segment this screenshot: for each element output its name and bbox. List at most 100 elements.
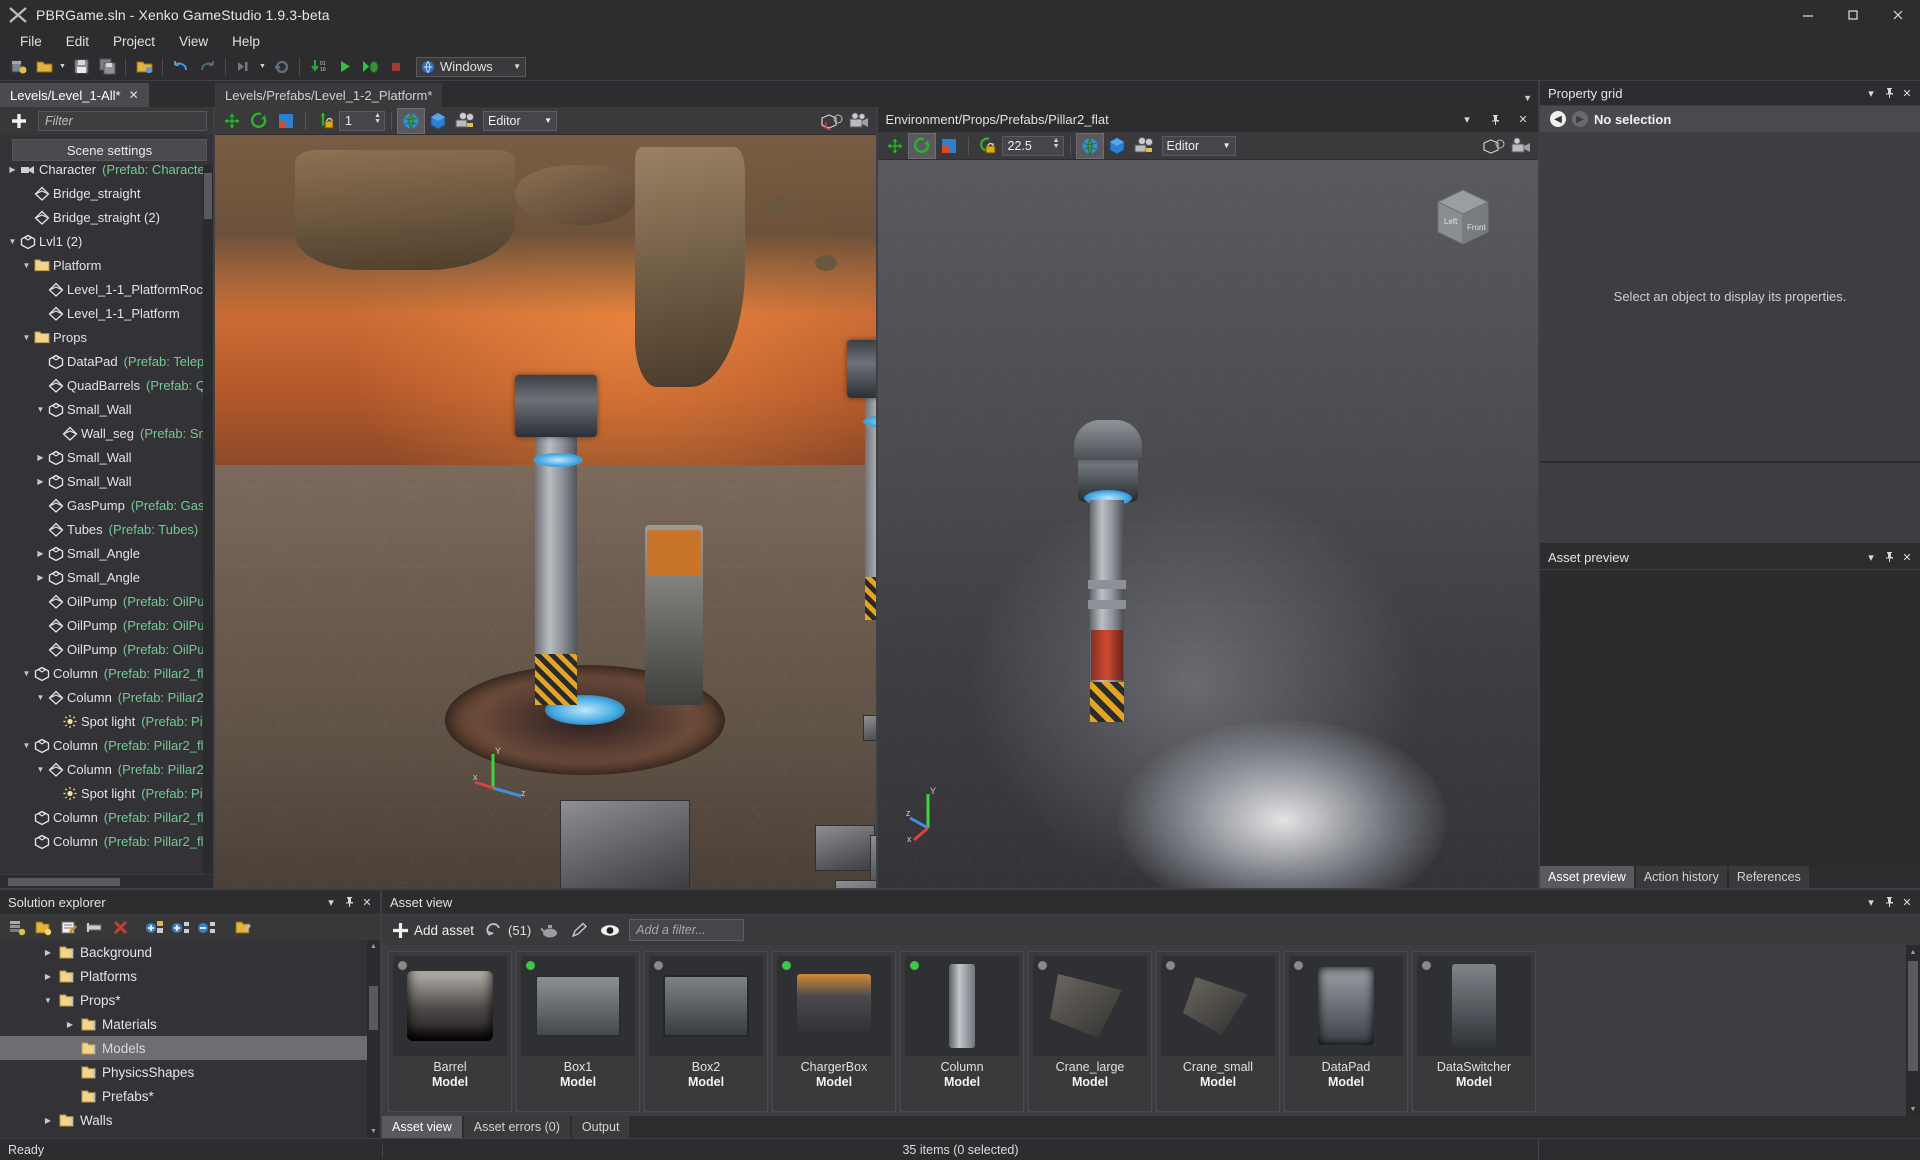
- tab-level-1-2-platform[interactable]: Levels/Prefabs/Level_1-2_Platform*: [215, 83, 442, 107]
- tree-twisty-icon[interactable]: ▶: [62, 1020, 78, 1029]
- axis-gizmo-icon[interactable]: [1481, 134, 1507, 158]
- menu-view[interactable]: View: [167, 31, 220, 52]
- open-folder-dropdown-icon[interactable]: ▼: [58, 56, 67, 78]
- scroll-down-icon[interactable]: ▼: [1906, 1102, 1920, 1116]
- menu-help[interactable]: Help: [220, 31, 272, 52]
- pin-icon[interactable]: [1880, 892, 1898, 912]
- tree-twisty-icon[interactable]: ▼: [20, 669, 33, 678]
- solution-tree-row[interactable]: ▶Walls: [0, 1108, 380, 1132]
- new-folder-icon[interactable]: [32, 918, 54, 938]
- run-icon[interactable]: [332, 55, 356, 79]
- scene-tree-row[interactable]: OilPump(Prefab: OilPum: [0, 637, 213, 661]
- asset-card[interactable]: Box1Model: [516, 951, 640, 1112]
- add-asset-button[interactable]: Add asset: [388, 922, 478, 939]
- scene-tree-row[interactable]: ▼Small_Wall: [0, 397, 213, 421]
- scene-tree-row[interactable]: ▶Small_Angle: [0, 565, 213, 589]
- scene-tree-row[interactable]: DataPad(Prefab: Telepor: [0, 349, 213, 373]
- tree-twisty-icon[interactable]: ▼: [20, 741, 33, 750]
- delete-icon[interactable]: [110, 918, 132, 938]
- build-dropdown-icon[interactable]: ▼: [258, 56, 267, 78]
- maximize-button[interactable]: [1830, 0, 1875, 30]
- scene-tree-row[interactable]: ▼Props: [0, 325, 213, 349]
- teapot-icon[interactable]: [539, 920, 561, 940]
- save-all-icon[interactable]: [95, 55, 119, 79]
- tree-twisty-icon[interactable]: ▶: [34, 573, 47, 582]
- solution-explorer-tree[interactable]: ▶Background▶Platforms▼Props*▶MaterialsMo…: [0, 940, 380, 1138]
- camera-settings-icon[interactable]: [452, 109, 478, 133]
- collapse-all-icon[interactable]: [196, 918, 218, 938]
- open-folder-icon[interactable]: [32, 55, 56, 79]
- back-arrow-icon[interactable]: ◀: [1550, 111, 1566, 127]
- asset-card[interactable]: ColumnModel: [900, 951, 1024, 1112]
- scene-tree-hscrollbar[interactable]: [0, 874, 213, 888]
- scene-tree-row[interactable]: ▼Column(Prefab: Pillar2_f: [0, 757, 213, 781]
- debug-icon[interactable]: [358, 55, 382, 79]
- translate-gizmo-icon[interactable]: [219, 109, 245, 133]
- scene-tree-row[interactable]: ▶Character(Prefab: Character: [0, 165, 213, 181]
- view-cube[interactable]: Left Front: [1426, 180, 1500, 254]
- snap-rotate-icon[interactable]: [975, 134, 1001, 158]
- tree-twisty-icon[interactable]: ▶: [34, 477, 47, 486]
- download-icon[interactable]: 0110: [306, 55, 330, 79]
- asset-card[interactable]: Box2Model: [644, 951, 768, 1112]
- tree-twisty-icon[interactable]: ▼: [40, 996, 56, 1005]
- scene-tree-row[interactable]: Column(Prefab: Pillar2_fla: [0, 829, 213, 853]
- scene-filter-input[interactable]: Filter: [38, 111, 207, 131]
- solution-tree-row[interactable]: ▶Background: [0, 940, 380, 964]
- tree-twisty-icon[interactable]: ▼: [20, 261, 33, 270]
- menu-edit[interactable]: Edit: [54, 31, 101, 52]
- scale-gizmo-icon[interactable]: [273, 109, 299, 133]
- world-space-icon[interactable]: [1077, 134, 1103, 158]
- rotate-gizmo-icon[interactable]: [909, 134, 935, 158]
- redo-icon[interactable]: [195, 55, 219, 79]
- close-icon[interactable]: ✕: [1514, 110, 1532, 130]
- scene-3d-canvas[interactable]: Y z x: [215, 135, 876, 888]
- scene-tree-row[interactable]: Spot light(Prefab: Pilla: [0, 709, 213, 733]
- menu-project[interactable]: Project: [101, 31, 167, 52]
- tree-twisty-icon[interactable]: ▶: [40, 972, 56, 981]
- scene-tree-row[interactable]: Spot light(Prefab: Pilla: [0, 781, 213, 805]
- scene-tree-row[interactable]: ▼Platform: [0, 253, 213, 277]
- close-icon[interactable]: ✕: [1898, 83, 1916, 103]
- new-project-icon[interactable]: [6, 55, 30, 79]
- panel-menu-icon[interactable]: ▾: [1862, 83, 1880, 103]
- asset-preview-tab[interactable]: Asset preview: [1540, 866, 1634, 888]
- add-entity-button[interactable]: [6, 110, 32, 132]
- pin-icon[interactable]: [340, 892, 358, 912]
- tree-twisty-icon[interactable]: ▼: [34, 405, 47, 414]
- expand-all-icon[interactable]: [170, 918, 192, 938]
- scene-tree-row[interactable]: Level_1-1_PlatformRocks: [0, 277, 213, 301]
- scene-tree-row[interactable]: ▶Small_Angle: [0, 541, 213, 565]
- tree-twisty-icon[interactable]: ▶: [6, 165, 19, 174]
- camera-icon[interactable]: [1508, 134, 1534, 158]
- solution-tree-row[interactable]: PhysicsShapes: [0, 1060, 380, 1084]
- scene-tree-row[interactable]: OilPump(Prefab: OilPum: [0, 613, 213, 637]
- scroll-up-icon[interactable]: ▲: [367, 940, 380, 953]
- scene-tree-row[interactable]: ▶Small_Wall: [0, 445, 213, 469]
- solution-explorer-scrollbar[interactable]: ▲ ▼: [367, 940, 380, 1138]
- rotate-gizmo-icon[interactable]: [246, 109, 272, 133]
- cube-view-icon[interactable]: [1104, 134, 1130, 158]
- close-icon[interactable]: ✕: [358, 892, 376, 912]
- asset-card[interactable]: Crane_smallModel: [1156, 951, 1280, 1112]
- asset-card[interactable]: ChargerBoxModel: [772, 951, 896, 1112]
- scene-tree-row[interactable]: Level_1-1_Platform: [0, 301, 213, 325]
- tree-twisty-icon[interactable]: ▼: [34, 765, 47, 774]
- scene-tree-row[interactable]: Tubes(Prefab: Tubes): [0, 517, 213, 541]
- solution-tree-row[interactable]: ▶Platforms: [0, 964, 380, 988]
- viewport-mode-select[interactable]: Editor ▼: [483, 111, 557, 131]
- cube-view-icon[interactable]: [425, 109, 451, 133]
- scene-tree-row[interactable]: Column(Prefab: Pillar2_fla: [0, 805, 213, 829]
- scene-tree-row[interactable]: Bridge_straight (2): [0, 205, 213, 229]
- forward-arrow-icon[interactable]: ▶: [1572, 111, 1588, 127]
- translate-snap-input[interactable]: 1 ▲▼: [339, 111, 385, 131]
- panel-menu-icon[interactable]: ▾: [1862, 547, 1880, 567]
- stop-icon[interactable]: [384, 55, 408, 79]
- build-icon[interactable]: [232, 55, 256, 79]
- panel-menu-icon[interactable]: ▾: [1458, 110, 1476, 130]
- pin-icon[interactable]: [1486, 110, 1504, 130]
- prefab-viewport-mode-select[interactable]: Editor ▼: [1162, 136, 1236, 156]
- close-icon[interactable]: ✕: [1898, 547, 1916, 567]
- settings-icon[interactable]: [269, 55, 293, 79]
- save-icon[interactable]: [69, 55, 93, 79]
